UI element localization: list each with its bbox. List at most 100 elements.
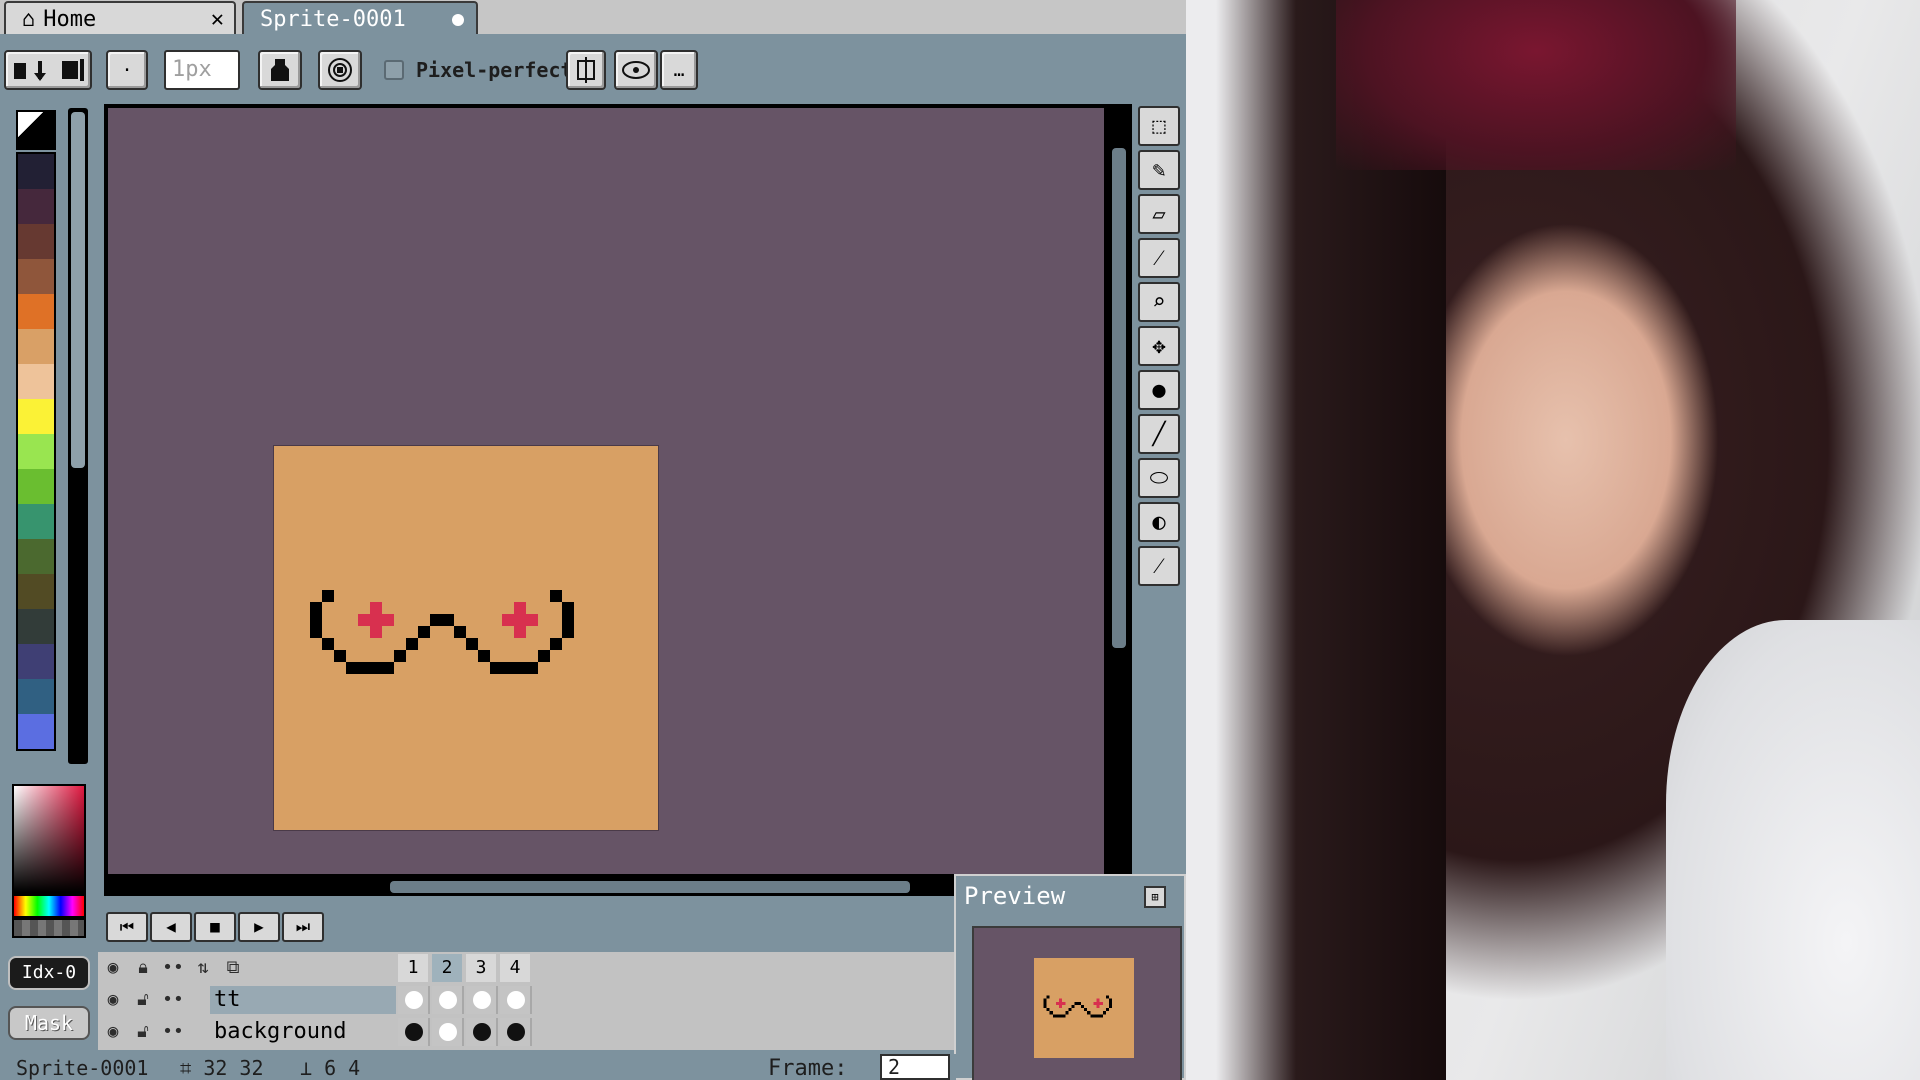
onion-skin-icon[interactable]: ⧉: [218, 954, 248, 982]
first-frame-button[interactable]: ⏮: [106, 912, 148, 942]
play-button[interactable]: ■: [194, 912, 236, 942]
palette-swatch[interactable]: [18, 259, 54, 294]
continuous-icon[interactable]: ••: [158, 986, 188, 1014]
tab-sprite[interactable]: Sprite-0001: [242, 1, 478, 34]
palette-scroll-thumb[interactable]: [71, 112, 85, 468]
fg-bg-color-swatch[interactable]: [16, 110, 56, 150]
eye-icon[interactable]: ◉: [98, 986, 128, 1014]
maximize-icon: ⊞: [1151, 890, 1159, 904]
palette-swatch[interactable]: [18, 609, 54, 644]
sprite-canvas[interactable]: [274, 446, 658, 830]
last-frame-button[interactable]: ⏭: [282, 912, 324, 942]
layer-row[interactable]: ◉ 🔓︎ •• background: [98, 1016, 954, 1048]
previous-frame-button[interactable]: ◀: [150, 912, 192, 942]
lock-header-icon[interactable]: 🔒︎: [128, 954, 158, 982]
ellipse-tool[interactable]: ⬭: [1138, 458, 1180, 498]
layer-options-icon[interactable]: ⇅: [188, 954, 218, 982]
palette-swatch[interactable]: [18, 329, 54, 364]
palette-scrollbar[interactable]: [68, 108, 88, 764]
frame-header-4[interactable]: 4: [500, 954, 532, 982]
editor-hscroll-thumb[interactable]: [390, 881, 910, 893]
brush-type-icon: [14, 59, 84, 81]
palette-swatch[interactable]: [18, 154, 54, 189]
line-tool[interactable]: ╱: [1138, 414, 1180, 454]
frame-header-2[interactable]: 2: [432, 954, 464, 982]
eyedropper-tool[interactable]: ⁄: [1138, 238, 1180, 278]
more-options-button[interactable]: …: [660, 50, 698, 90]
frame-header-3[interactable]: 3: [466, 954, 498, 982]
lock-icon[interactable]: 🔓︎: [128, 986, 158, 1014]
tab-home[interactable]: ⌂ Home ✕: [4, 1, 236, 34]
contour-tool[interactable]: ◐: [1138, 502, 1180, 542]
palette-swatch[interactable]: [18, 294, 54, 329]
editor-canvas-area[interactable]: [108, 108, 1104, 874]
palette-swatch[interactable]: [18, 469, 54, 504]
cel[interactable]: [398, 986, 430, 1014]
editor-vscroll-thumb[interactable]: [1112, 148, 1126, 648]
pencil-tool[interactable]: ✎: [1138, 150, 1180, 190]
frame-input[interactable]: 2: [880, 1054, 950, 1080]
editor-vertical-scrollbar[interactable]: [1110, 112, 1128, 882]
webcam-feed: [1186, 0, 1920, 1080]
lock-icon[interactable]: 🔓︎: [128, 1018, 158, 1046]
brush-type-buttons[interactable]: [4, 50, 92, 90]
eraser-tool[interactable]: ▱: [1138, 194, 1180, 234]
opacity-button[interactable]: [318, 50, 362, 90]
palette-swatch[interactable]: [18, 224, 54, 259]
play-icon: ■: [210, 917, 220, 936]
pixel-perfect-checkbox[interactable]: [384, 60, 404, 80]
palette-swatch[interactable]: [18, 189, 54, 224]
hue-slider[interactable]: [12, 894, 86, 918]
close-icon[interactable]: ✕: [211, 3, 224, 36]
palette-swatch[interactable]: [18, 399, 54, 434]
move-icon: ✥: [1152, 333, 1166, 359]
cel[interactable]: [398, 1018, 430, 1046]
brush-size-field[interactable]: 1px: [164, 50, 240, 90]
layer-row[interactable]: ◉ 🔓︎ •• tt: [98, 984, 954, 1016]
layer-name[interactable]: tt: [210, 986, 396, 1014]
palette-swatch[interactable]: [18, 364, 54, 399]
visibility-header-icon[interactable]: ◉: [98, 954, 128, 982]
preview-window[interactable]: Preview ⊞: [954, 874, 1186, 1080]
mask-options-button[interactable]: [614, 50, 658, 90]
palette-swatch[interactable]: [18, 679, 54, 714]
color-palette: [10, 106, 88, 766]
mask-button[interactable]: Mask: [8, 1006, 90, 1040]
zoom-tool[interactable]: ⌕: [1138, 282, 1180, 322]
frame-header-1[interactable]: 1: [398, 954, 430, 982]
palette-swatch[interactable]: [18, 714, 54, 749]
palette-swatch[interactable]: [18, 504, 54, 539]
next-frame-button[interactable]: ▶: [238, 912, 280, 942]
sprite-editor[interactable]: [104, 104, 1132, 896]
continuous-icon[interactable]: ••: [158, 1018, 188, 1046]
filled-cel-icon: [405, 1023, 423, 1041]
palette-swatch[interactable]: [18, 574, 54, 609]
preview-maximize-button[interactable]: ⊞: [1144, 886, 1166, 908]
cel[interactable]: [500, 1018, 532, 1046]
color-saturation-picker[interactable]: [12, 784, 86, 894]
context-bar: · 1px Pixel-perfect …: [0, 36, 1186, 102]
paint-bucket-tool[interactable]: ●: [1138, 370, 1180, 410]
eye-icon[interactable]: ◉: [98, 1018, 128, 1046]
move-tool[interactable]: ✥: [1138, 326, 1180, 366]
cel[interactable]: [500, 986, 532, 1014]
symmetry-button[interactable]: [566, 50, 606, 90]
brush-shape-button[interactable]: ·: [106, 50, 148, 90]
palette-swatch[interactable]: [18, 434, 54, 469]
layer-name[interactable]: background: [210, 1018, 396, 1046]
cel[interactable]: [466, 986, 498, 1014]
status-sprite-name: Sprite-0001: [16, 1056, 149, 1080]
status-position-value: 6 4: [324, 1056, 361, 1080]
palette-swatch[interactable]: [18, 539, 54, 574]
marquee-tool[interactable]: ⬚: [1138, 106, 1180, 146]
home-icon: ⌂: [22, 7, 36, 32]
blur-tool[interactable]: ⁄: [1138, 546, 1180, 586]
ink-button[interactable]: [258, 50, 302, 90]
alpha-slider[interactable]: [12, 918, 86, 938]
cel[interactable]: [466, 1018, 498, 1046]
cel[interactable]: [432, 1018, 464, 1046]
cel[interactable]: [432, 986, 464, 1014]
pencil-icon: ✎: [1152, 157, 1166, 183]
continuous-header-icon[interactable]: ••: [158, 954, 188, 982]
palette-swatch[interactable]: [18, 644, 54, 679]
